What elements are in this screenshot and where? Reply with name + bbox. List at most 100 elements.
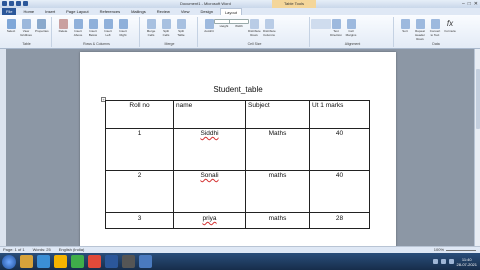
text-direction-icon — [331, 19, 341, 29]
system-tray: 11:40 28-07-2021 — [432, 257, 480, 267]
table-title: Student_table — [213, 85, 263, 94]
header-name[interactable]: name — [173, 100, 246, 129]
folder-icon[interactable] — [54, 255, 67, 268]
split-cells-button[interactable]: Split Cells — [160, 19, 172, 37]
cell-name[interactable]: priya — [173, 212, 246, 229]
tab-home[interactable]: Home — [19, 8, 38, 15]
repeat-header-rows-button[interactable]: Repeat Header Rows — [414, 19, 426, 41]
file-explorer-icon[interactable] — [20, 255, 33, 268]
convert-text-icon — [430, 19, 440, 29]
chrome-icon[interactable] — [71, 255, 84, 268]
app-taskbar-icon[interactable] — [122, 255, 135, 268]
select-button[interactable]: Select — [5, 19, 17, 37]
clock[interactable]: 11:40 28-07-2021 — [457, 257, 477, 267]
tab-page-layout[interactable]: Page Layout — [62, 8, 92, 15]
flag-icon[interactable] — [448, 259, 454, 264]
ie-browser-icon[interactable] — [37, 255, 50, 268]
insert-above-button[interactable]: Insert Above — [72, 19, 84, 37]
status-bar: Page: 1 of 1 Words: 25 English (India) 1… — [0, 246, 480, 253]
tab-design[interactable]: Design — [196, 8, 216, 15]
cell-subject[interactable]: maths — [245, 170, 310, 213]
cell-name-text: priya — [202, 215, 217, 222]
close-button[interactable]: ✕ — [474, 1, 478, 7]
merge-cells-icon — [146, 19, 156, 29]
taskbar: 11:40 28-07-2021 — [0, 253, 480, 270]
convert-to-text-button[interactable]: Convert to Text — [429, 19, 441, 41]
group-label-cell-size: Cell Size — [247, 42, 262, 46]
cell-subject[interactable]: maths — [245, 212, 310, 229]
tab-view[interactable]: View — [177, 8, 194, 15]
ribbon: Select View Gridlines Properties Table D… — [0, 15, 480, 49]
redo-icon[interactable] — [23, 1, 28, 6]
title-bar: Document1 - Microsoft Word Table Tools –… — [0, 0, 480, 8]
tab-review[interactable]: Review — [153, 8, 174, 15]
volume-icon[interactable] — [440, 259, 446, 264]
document-page[interactable]: Student_table + Roll no name Subject Ut … — [80, 52, 396, 248]
header-ut1-marks[interactable]: Ut 1 marks — [309, 100, 370, 129]
tab-insert[interactable]: Insert — [41, 8, 59, 15]
vertical-scrollbar[interactable] — [474, 49, 480, 246]
media-player-icon[interactable] — [88, 255, 101, 268]
tab-mailings[interactable]: Mailings — [127, 8, 150, 15]
scrollbar-thumb[interactable] — [476, 69, 480, 129]
header-subject[interactable]: Subject — [245, 100, 310, 129]
sort-button[interactable]: Sort — [399, 19, 411, 41]
word-taskbar-icon[interactable] — [105, 255, 118, 268]
merge-cells-button[interactable]: Merge Cells — [145, 19, 157, 37]
cell-roll-no[interactable]: 1 — [105, 128, 174, 171]
maximize-button[interactable]: □ — [468, 1, 471, 7]
alignment-grid[interactable] — [311, 19, 331, 37]
window-controls: – □ ✕ — [462, 1, 478, 7]
clock-date: 28-07-2021 — [456, 261, 477, 267]
cell-roll-no[interactable]: 2 — [105, 170, 174, 213]
split-table-button[interactable]: Split Table — [175, 19, 187, 37]
split-cells-icon — [161, 19, 171, 29]
word-logo-icon — [2, 1, 7, 6]
screen-recorder-icon[interactable] — [139, 255, 152, 268]
student-table[interactable]: Roll no name Subject Ut 1 marks 1 Siddhi… — [105, 100, 370, 229]
cell-marks[interactable]: 28 — [309, 212, 370, 229]
cell-marks[interactable]: 40 — [309, 128, 370, 171]
ribbon-group-rows-columns: Delete Insert Above Insert Below Insert … — [54, 17, 140, 47]
cell-name-text: Siddhi — [200, 130, 219, 137]
delete-button[interactable]: Delete — [57, 19, 69, 37]
cell-roll-no[interactable]: 3 — [105, 212, 174, 229]
cell-subject[interactable]: Maths — [245, 128, 310, 171]
tab-layout[interactable]: Layout — [219, 8, 242, 15]
distribute-rows-button[interactable]: Distribute Rows — [248, 19, 261, 37]
cell-margins-button[interactable]: Cell Margins — [345, 19, 357, 37]
ribbon-tabs: File Home Insert Page Layout References … — [0, 8, 480, 15]
zoom-slider[interactable] — [446, 249, 476, 251]
text-direction-button[interactable]: Text Direction — [330, 19, 342, 37]
start-button[interactable] — [2, 254, 16, 269]
save-icon[interactable] — [9, 1, 14, 6]
minimize-button[interactable]: – — [462, 1, 465, 7]
tab-file[interactable]: File — [2, 8, 17, 15]
cell-marks[interactable]: 40 — [309, 170, 370, 213]
distribute-columns-button[interactable]: Distribute Columns — [263, 19, 276, 37]
ribbon-group-table: Select View Gridlines Properties Table — [2, 17, 52, 47]
cell-margins-icon — [346, 19, 356, 29]
insert-right-icon — [118, 19, 128, 29]
insert-below-button[interactable]: Insert Below — [87, 19, 99, 37]
header-roll-no[interactable]: Roll no — [105, 100, 174, 129]
group-label-table: Table — [22, 42, 31, 46]
cell-name[interactable]: Siddhi — [173, 128, 246, 171]
insert-right-button[interactable]: Insert Right — [117, 19, 129, 37]
group-label-data: Data — [432, 42, 440, 46]
insert-above-icon — [73, 19, 83, 29]
width-field[interactable]: Width — [229, 19, 249, 37]
formula-button[interactable]: fx Formula — [444, 19, 456, 41]
cell-name[interactable]: Sonali — [173, 170, 246, 213]
tab-references[interactable]: References — [96, 8, 124, 15]
properties-button[interactable]: Properties — [35, 19, 49, 37]
select-icon — [6, 19, 16, 29]
network-icon[interactable] — [432, 259, 438, 264]
repeat-header-icon — [415, 19, 425, 29]
insert-left-button[interactable]: Insert Left — [102, 19, 114, 37]
window-title: Document1 - Microsoft Word — [180, 1, 231, 6]
view-gridlines-button[interactable]: View Gridlines — [20, 19, 32, 37]
undo-icon[interactable] — [16, 1, 21, 6]
ribbon-group-cell-size: AutoFit Height Width Distribute Rows Dis… — [200, 17, 310, 47]
ribbon-group-alignment: Text Direction Cell Margins Alignment — [311, 17, 394, 47]
